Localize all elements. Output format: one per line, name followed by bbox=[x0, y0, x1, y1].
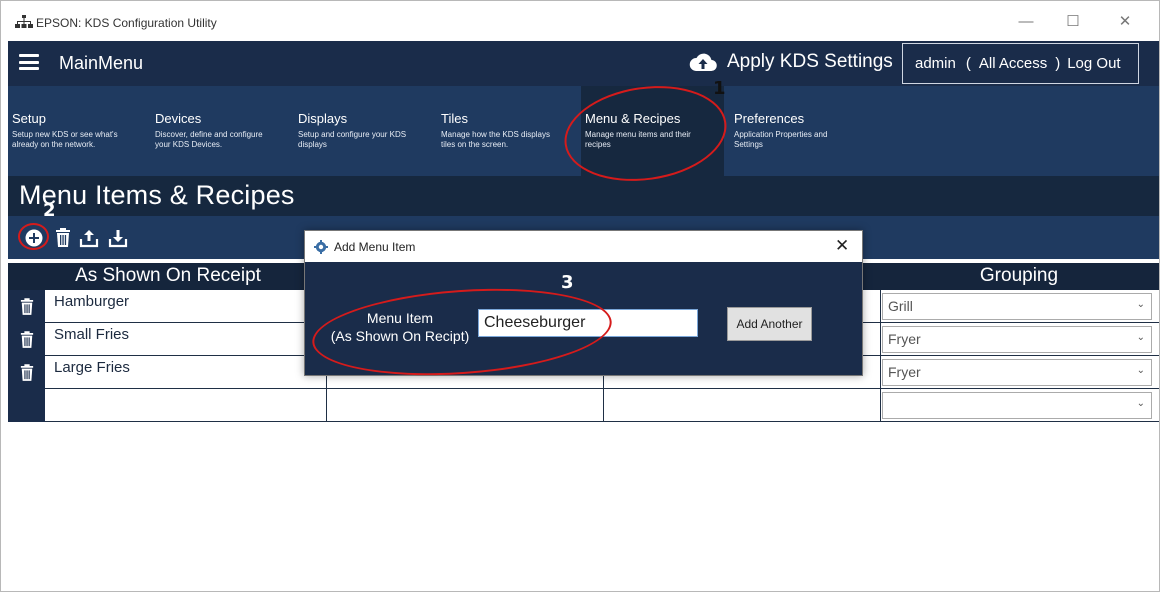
annotation-number-3: 3 bbox=[561, 272, 574, 293]
app-header: MainMenu Apply KDS Settings admin ( All … bbox=[8, 41, 1159, 86]
tab-displays[interactable]: Displays Setup and configure your KDS di… bbox=[294, 86, 437, 176]
tab-desc: your KDS Devices. bbox=[155, 140, 223, 149]
tab-desc: Settings bbox=[734, 140, 763, 149]
tab-desc: Manage how the KDS displays bbox=[441, 130, 550, 139]
tab-tiles[interactable]: Tiles Manage how the KDS displays tiles … bbox=[437, 86, 580, 176]
chevron-down-icon: ⌄ bbox=[1136, 365, 1145, 376]
user-name: admin bbox=[915, 55, 956, 72]
logout-link[interactable]: Log Out bbox=[1067, 55, 1120, 72]
dialog-close-button[interactable]: ✕ bbox=[835, 236, 849, 256]
upload-icon[interactable] bbox=[78, 227, 100, 249]
grouping-select[interactable]: Grill ⌄ bbox=[882, 293, 1152, 320]
tab-label: Preferences bbox=[734, 111, 805, 126]
minimize-button[interactable]: — bbox=[1006, 7, 1046, 35]
window-title: EPSON: KDS Configuration Utility bbox=[36, 16, 217, 30]
page-title-bar: Menu Items & Recipes bbox=[8, 176, 1159, 216]
grouping-select[interactable]: Fryer ⌄ bbox=[882, 326, 1152, 353]
chevron-down-icon: ⌄ bbox=[1136, 299, 1145, 310]
tab-desc: tiles on the screen. bbox=[441, 140, 509, 149]
trash-icon[interactable] bbox=[8, 356, 45, 389]
dialog-title-bar: Add Menu Item ✕ bbox=[305, 231, 862, 262]
trash-icon[interactable] bbox=[8, 290, 45, 323]
download-icon[interactable] bbox=[107, 227, 129, 249]
table-cell[interactable] bbox=[45, 389, 327, 422]
tab-desc: Application Properties and bbox=[734, 130, 828, 139]
hamburger-menu-icon[interactable] bbox=[19, 54, 39, 70]
tab-label: Setup bbox=[12, 111, 46, 126]
menu-item-name[interactable]: Large Fries bbox=[54, 359, 130, 376]
app-window: EPSON: KDS Configuration Utility — ☐ ✕ M… bbox=[0, 0, 1160, 592]
tab-devices[interactable]: Devices Discover, define and configure y… bbox=[151, 86, 294, 176]
close-paren: ) bbox=[1055, 55, 1061, 72]
tab-desc: Setup new KDS or see what's bbox=[12, 130, 118, 139]
chevron-down-icon: ⌄ bbox=[1136, 332, 1145, 343]
grouping-value: Fryer bbox=[888, 364, 921, 380]
add-another-button[interactable]: Add Another bbox=[727, 307, 812, 341]
page-title: Menu Items & Recipes bbox=[19, 180, 295, 210]
tab-label: Tiles bbox=[441, 111, 468, 126]
trash-icon[interactable] bbox=[8, 323, 45, 356]
column-header-grouping: Grouping bbox=[979, 265, 1059, 286]
apply-kds-settings-button[interactable]: Apply KDS Settings bbox=[689, 51, 893, 73]
access-level: All Access bbox=[978, 55, 1048, 72]
title-bar: EPSON: KDS Configuration Utility — ☐ ✕ bbox=[1, 1, 1159, 41]
cloud-upload-icon bbox=[689, 53, 717, 72]
gear-icon bbox=[314, 240, 328, 254]
tab-label: Displays bbox=[298, 111, 348, 126]
tab-desc: displays bbox=[298, 140, 327, 149]
dialog-title: Add Menu Item bbox=[334, 240, 416, 254]
close-window-button[interactable]: ✕ bbox=[1105, 7, 1145, 35]
annotation-ellipse-2 bbox=[18, 223, 49, 250]
annotation-number-2: 2 bbox=[43, 200, 56, 221]
row-marker bbox=[8, 389, 45, 422]
menu-item-name[interactable]: Hamburger bbox=[54, 293, 129, 310]
grouping-value: Fryer bbox=[888, 331, 921, 347]
network-icon bbox=[15, 15, 33, 28]
tab-desc: already on the network. bbox=[12, 140, 96, 149]
tab-preferences[interactable]: Preferences Application Properties and S… bbox=[730, 86, 873, 176]
annotation-number-1: 1 bbox=[713, 78, 726, 99]
grouping-select[interactable]: Fryer ⌄ bbox=[882, 359, 1152, 386]
tab-desc: Setup and configure your KDS bbox=[298, 130, 407, 139]
table-row-new: ⌄ bbox=[8, 389, 1159, 422]
grouping-select[interactable]: ⌄ bbox=[882, 392, 1152, 419]
apply-label: Apply KDS Settings bbox=[727, 51, 893, 72]
maximize-button[interactable]: ☐ bbox=[1053, 7, 1093, 35]
column-header-receipt: As Shown On Receipt bbox=[75, 265, 261, 286]
menu-item-name[interactable]: Small Fries bbox=[54, 326, 129, 343]
table-cell[interactable] bbox=[327, 389, 604, 422]
table-cell[interactable] bbox=[604, 389, 881, 422]
trash-icon[interactable] bbox=[52, 227, 74, 249]
tab-desc: Discover, define and configure bbox=[155, 130, 263, 139]
main-menu-button[interactable]: MainMenu bbox=[59, 53, 143, 74]
tab-label: Devices bbox=[155, 111, 202, 126]
tab-setup[interactable]: Setup Setup new KDS or see what's alread… bbox=[8, 86, 151, 176]
open-paren: ( bbox=[965, 55, 971, 72]
grouping-value: Grill bbox=[888, 298, 913, 314]
user-box: admin ( All Access ) Log Out bbox=[902, 43, 1139, 84]
chevron-down-icon: ⌄ bbox=[1136, 398, 1145, 409]
